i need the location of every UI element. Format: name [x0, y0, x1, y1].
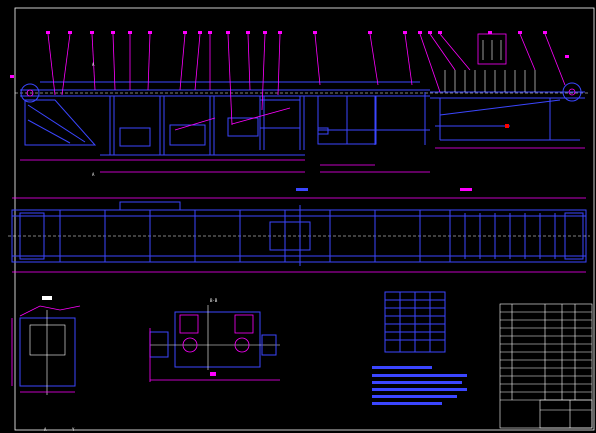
elevation-view [15, 70, 590, 173]
sheet-border [14, 7, 595, 431]
corner-mark-y: Y [72, 427, 75, 432]
cad-drawing-sheet: A A B-B A Y [8, 7, 595, 432]
plan-view [8, 188, 590, 273]
section-detail-left [11, 296, 81, 395]
plan-cross-members [59, 205, 556, 266]
title-block [499, 303, 593, 429]
idler-slats-elevation [444, 70, 536, 92]
corner-mark-a: A [44, 427, 47, 432]
technical-notes [372, 366, 467, 405]
view-mark-a-top: A [92, 62, 95, 67]
drive-detail-section: B-B [149, 298, 280, 382]
section-mark-bb: B-B [210, 298, 218, 303]
callout-leaders [47, 33, 566, 126]
marker-red [505, 124, 509, 128]
parts-table [384, 291, 446, 353]
view-mark-a-bottom: A [92, 172, 95, 177]
